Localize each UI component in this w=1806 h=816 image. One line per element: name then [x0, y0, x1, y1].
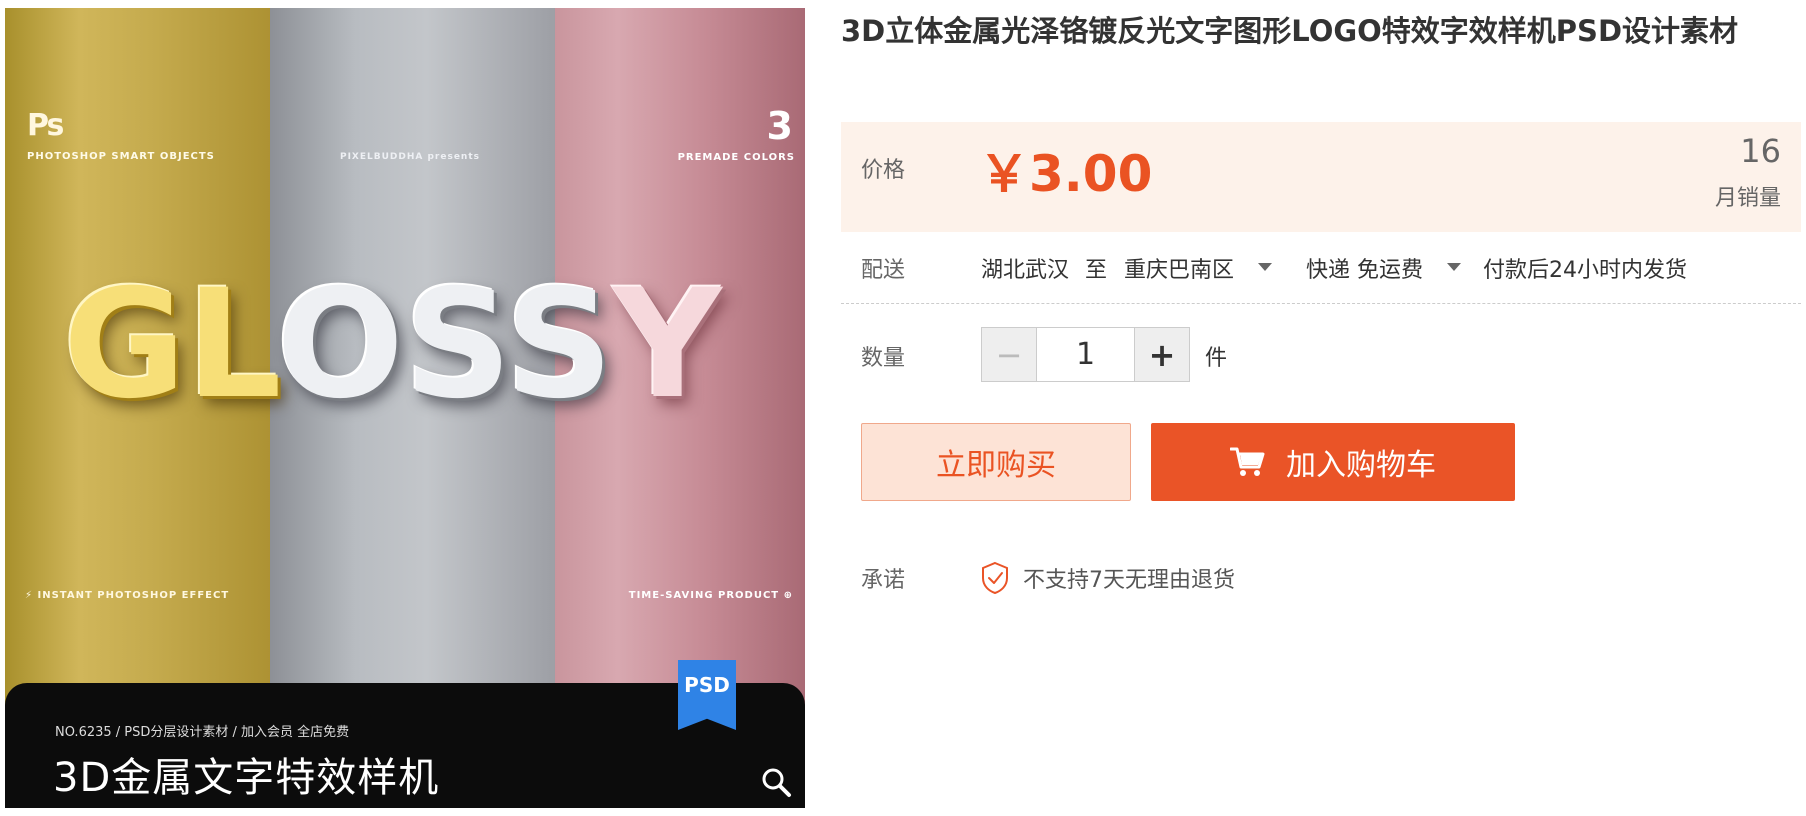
price-label: 价格: [861, 158, 906, 183]
headline-rose-letters: Y: [613, 258, 722, 432]
photoshop-caption: PHOTOSHOP SMART OBJECTS: [27, 151, 215, 162]
divider: [841, 303, 1801, 304]
brand-caption: PIXELBUDDHA presents: [339, 152, 481, 162]
increase-quantity-button[interactable]: +: [1134, 328, 1189, 381]
promise-text: 不支持7天无理由退货: [1023, 568, 1235, 593]
quantity-input[interactable]: 1: [1037, 328, 1134, 381]
price-box: 价格 ￥3.00 16 月销量: [841, 122, 1801, 232]
dispatch-time: 付款后24小时内发货: [1483, 258, 1687, 283]
quantity-unit: 件: [1205, 346, 1228, 371]
glossy-headline: GLOSSY: [63, 270, 763, 420]
shipping-method-select[interactable]: 快递 免运费: [1306, 252, 1423, 284]
product-image[interactable]: Ps PHOTOSHOP SMART OBJECTS PIXELBUDDHA p…: [5, 8, 805, 808]
monthly-sales-count: 16: [1740, 132, 1781, 170]
shield-check-icon: [982, 561, 1008, 595]
buy-now-label: 立即购买: [936, 448, 1056, 483]
price-value: ￥3.00: [979, 145, 1153, 203]
quantity-stepper: − 1 +: [981, 327, 1190, 382]
monthly-sales-label: 月销量: [1714, 186, 1781, 211]
add-to-cart-label: 加入购物车: [1286, 448, 1436, 483]
ship-from: 湖北武汉: [981, 258, 1070, 283]
destination-select[interactable]: 重庆巴南区: [1124, 252, 1234, 284]
premade-caption: PREMADE COLORS: [677, 152, 795, 163]
headline-silver-letters: OSS: [276, 258, 614, 432]
shipping-chevron-down-icon[interactable]: [1447, 263, 1461, 271]
right-feature-caption: TIME-SAVING PRODUCT ⊕: [628, 590, 793, 601]
search-icon[interactable]: [760, 766, 792, 798]
premade-count: 3: [766, 104, 793, 148]
shipping-label: 配送: [861, 258, 906, 283]
ship-to-word: 至: [1085, 258, 1108, 283]
add-to-cart-button[interactable]: 加入购物车: [1151, 423, 1515, 501]
bar-subtitle: NO.6235 / PSD分层设计素材 / 加入会员 全店免费: [55, 725, 350, 740]
shopping-cart-icon: [1230, 447, 1265, 476]
decrease-quantity-button[interactable]: −: [982, 328, 1037, 381]
photoshop-logo: Ps: [27, 108, 64, 143]
buy-now-button[interactable]: 立即购买: [861, 423, 1131, 501]
product-title: 3D立体金属光泽铬镀反光文字图形LOGO特效字效样机PSD设计素材: [841, 14, 1739, 48]
destination-chevron-down-icon[interactable]: [1258, 263, 1272, 271]
left-feature-caption: ⚡ INSTANT PHOTOSHOP EFFECT: [25, 590, 230, 601]
promise-label: 承诺: [861, 568, 906, 593]
bar-title: 3D金属文字特效样机: [53, 755, 440, 801]
quantity-label: 数量: [861, 346, 906, 371]
headline-gold-letters: GL: [63, 258, 277, 432]
